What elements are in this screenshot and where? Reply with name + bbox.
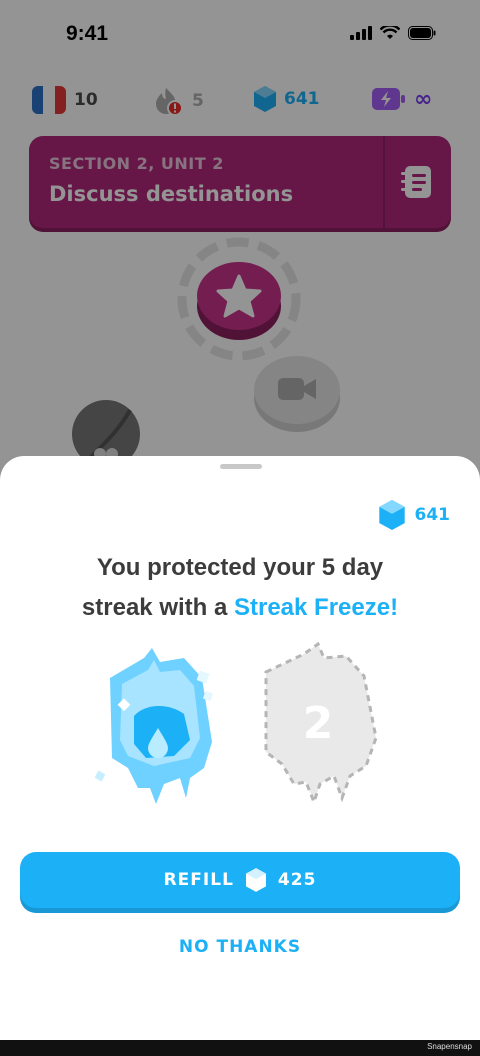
gem-icon (378, 500, 405, 530)
headline-line2-text: streak with a (81, 594, 234, 621)
streak-freeze-sheet: 641 You protected your 5 day streak with… (0, 456, 480, 1040)
sheet-gems: 641 (378, 500, 451, 530)
headline-line1: You protected your 5 day (96, 554, 384, 581)
sheet-gems-count: 641 (414, 505, 451, 525)
refill-label: REFILL (163, 870, 234, 890)
headline-line2: streak with a Streak Freeze! (20, 588, 460, 628)
no-thanks-button[interactable]: NO THANKS (20, 932, 460, 962)
watermark-bar: Snapensnap (0, 1040, 480, 1056)
slot-number: 2 (303, 698, 334, 749)
gem-icon (245, 868, 266, 892)
refill-cost: 425 (277, 870, 317, 890)
streak-freeze-ice-icon (94, 648, 214, 804)
refill-button[interactable]: REFILL 425 (20, 852, 460, 908)
streak-freeze-link: Streak Freeze! (233, 594, 399, 621)
watermark-text: Snapensnap (427, 1042, 472, 1051)
sheet-handle[interactable] (220, 464, 262, 469)
headline: You protected your 5 day streak with a S… (20, 548, 460, 628)
empty-freeze-slot: 2 (264, 642, 378, 806)
